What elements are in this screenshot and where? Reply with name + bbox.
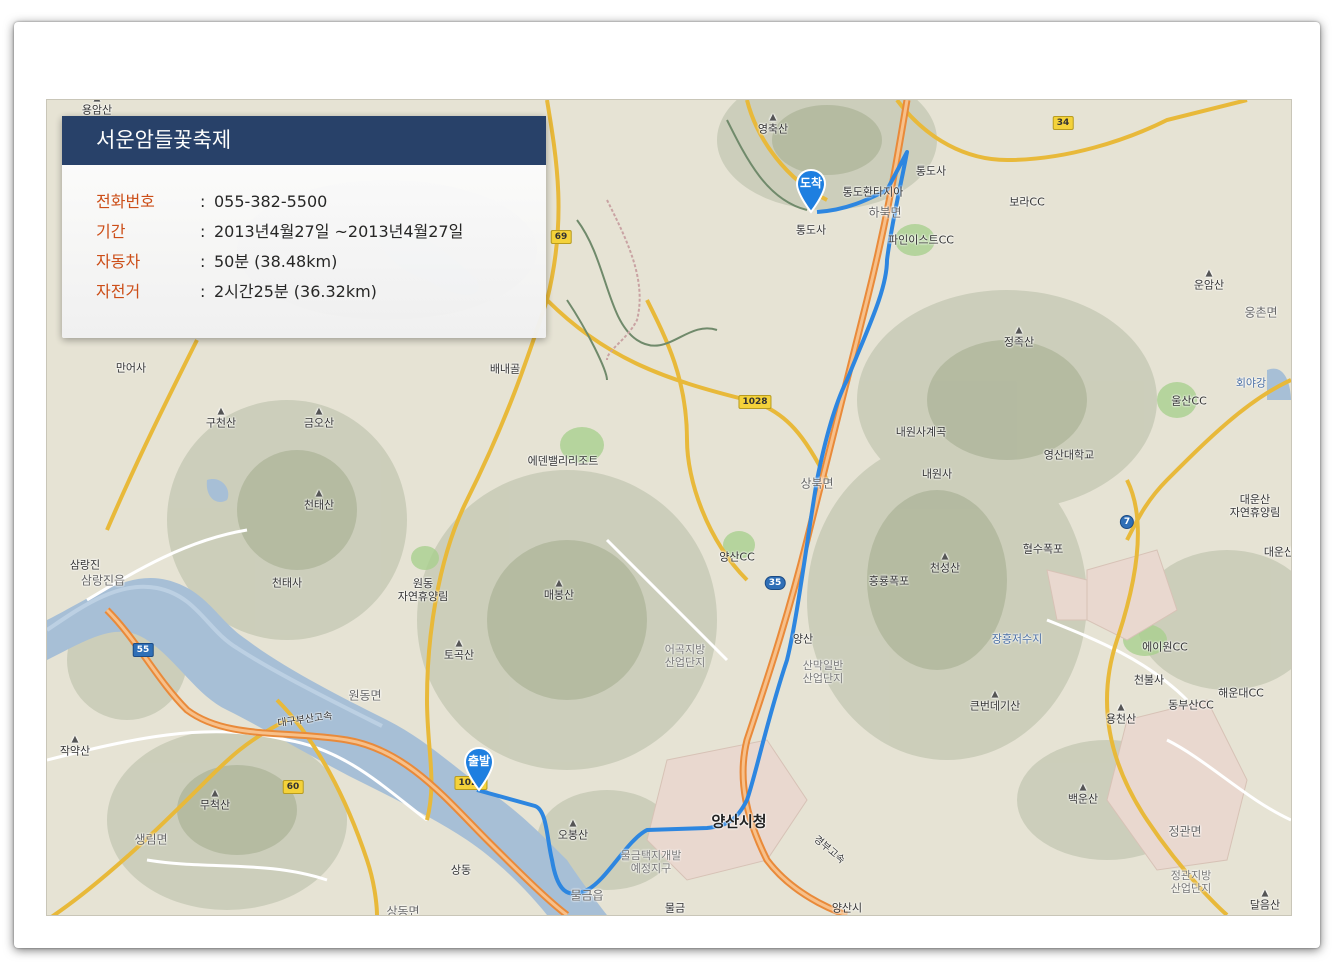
- map-label: 천불사: [1133, 673, 1165, 687]
- info-separator: :: [200, 282, 206, 301]
- map-label: 흥룡폭포: [868, 574, 910, 588]
- map-label: 상동면: [386, 904, 420, 916]
- map-label: 해운대CC: [1218, 686, 1264, 700]
- map-label: 통도사: [795, 223, 827, 237]
- map-label: 산막일반 산업단지: [802, 659, 844, 685]
- road-shield: 69: [550, 230, 572, 244]
- info-key: 자전거: [96, 282, 141, 301]
- map-label: 회야강: [1235, 376, 1267, 390]
- map-label: 동부산CC: [1168, 698, 1214, 712]
- map-label: 혈수폭포: [1022, 542, 1064, 556]
- road-shield: 35: [764, 576, 786, 590]
- map-label: 구천산: [206, 407, 236, 430]
- info-value: 055-382-5500: [214, 192, 328, 211]
- map-label: 통도환타지아: [842, 185, 904, 199]
- road-shield: 34: [1052, 116, 1074, 130]
- map-label: 양산CC: [719, 550, 755, 564]
- end-marker[interactable]: 도착: [794, 168, 828, 214]
- map-label: 용천산: [1106, 703, 1136, 726]
- info-separator: :: [200, 192, 206, 211]
- map-label: 매봉산: [544, 579, 574, 602]
- end-marker-label: 도착: [799, 176, 823, 190]
- map-label: 배내골: [489, 362, 521, 376]
- map-label: 달음산: [1250, 889, 1280, 912]
- map-label: 정족산: [1004, 326, 1034, 349]
- info-row-car: 자동차 : 50분 (38.48km): [62, 247, 546, 277]
- map-label: 장흥저수지: [991, 632, 1043, 646]
- info-panel: 서운암들꽃축제 전화번호 : 055-382-5500 기간 : 2013년4월…: [62, 116, 546, 338]
- map-label: 천태산: [304, 489, 334, 512]
- map-label: 원동 자연휴양림: [397, 577, 449, 603]
- map-label: 영산대학교: [1043, 448, 1095, 462]
- map-label: 에이원CC: [1142, 640, 1188, 654]
- map-label: 금오산: [304, 407, 334, 430]
- map-label: 삼랑진: [69, 558, 101, 572]
- map-label: 대운산: [1263, 545, 1292, 559]
- map-label: 원동면: [348, 688, 382, 703]
- info-key: 전화번호: [96, 192, 155, 211]
- map-label: 물금읍: [570, 888, 604, 903]
- map-label: 삼랑진읍: [80, 573, 126, 588]
- map-label: 영축산: [758, 113, 788, 136]
- map-label: 웅촌면: [1244, 305, 1278, 320]
- start-marker[interactable]: 출발: [462, 746, 496, 792]
- map-label: 생림면: [134, 832, 168, 847]
- map-label: 용암산: [82, 100, 112, 117]
- map-label: 보라CC: [1009, 195, 1045, 209]
- map-label: 백운산: [1068, 783, 1098, 806]
- map-label: 물금: [664, 901, 686, 915]
- info-value: 2013년4월27일 ~2013년4월27일: [214, 222, 464, 241]
- map-label: 무척산: [200, 789, 230, 812]
- info-panel-title: 서운암들꽃축제: [62, 116, 546, 165]
- map-label: 토곡산: [444, 639, 474, 662]
- map-label: 울산CC: [1171, 394, 1207, 408]
- map-label: 정관면: [1168, 824, 1202, 839]
- map-label: 천성산: [930, 552, 960, 575]
- info-row-bicycle: 자전거 : 2시간25분 (36.32km): [62, 277, 546, 307]
- info-separator: :: [200, 252, 206, 271]
- map-label: 천태사: [271, 576, 303, 590]
- map-label: 운암산: [1194, 269, 1224, 292]
- info-row-period: 기간 : 2013년4월27일 ~2013년4월27일: [62, 217, 546, 247]
- map-label: 하북면: [868, 205, 902, 220]
- map-label: 물금택지개발 예정지구: [620, 849, 682, 875]
- map-label: 어곡지방 산업단지: [664, 643, 706, 669]
- map-label: 정관지방 산업단지: [1170, 869, 1212, 895]
- map-label: 대운산 자연휴양림: [1229, 493, 1281, 519]
- map-label: 작약산: [60, 735, 90, 758]
- map-label: 오봉산: [558, 819, 588, 842]
- info-key: 기간: [96, 222, 126, 241]
- info-panel-rows: 전화번호 : 055-382-5500 기간 : 2013년4월27일 ~201…: [62, 165, 546, 307]
- road-shield: 55: [132, 643, 154, 657]
- map-label: 양산: [792, 632, 814, 646]
- map-label: 상동: [450, 863, 472, 877]
- map-label: 내원사: [921, 467, 953, 481]
- map-label: 양산시청: [711, 812, 767, 831]
- map-label: 양산시: [831, 901, 863, 915]
- road-shield: 1028: [738, 395, 772, 409]
- map-label: 만어사: [115, 361, 147, 375]
- map-label: 에덴밸리리조트: [527, 454, 599, 468]
- map-label: 상북면: [800, 476, 834, 491]
- map-label: 통도사: [915, 164, 947, 178]
- start-marker-label: 출발: [467, 754, 491, 768]
- info-separator: :: [200, 222, 206, 241]
- map-label: 큰번데기산: [970, 690, 1021, 713]
- map-label: 내원사계곡: [895, 425, 947, 439]
- info-value: 2시간25분 (36.32km): [214, 282, 377, 301]
- info-key: 자동차: [96, 252, 141, 271]
- info-value: 50분 (38.48km): [214, 252, 338, 271]
- map-label: 파인이스트CC: [888, 233, 954, 247]
- road-shield: 60: [282, 780, 304, 794]
- info-row-phone: 전화번호 : 055-382-5500: [62, 187, 546, 217]
